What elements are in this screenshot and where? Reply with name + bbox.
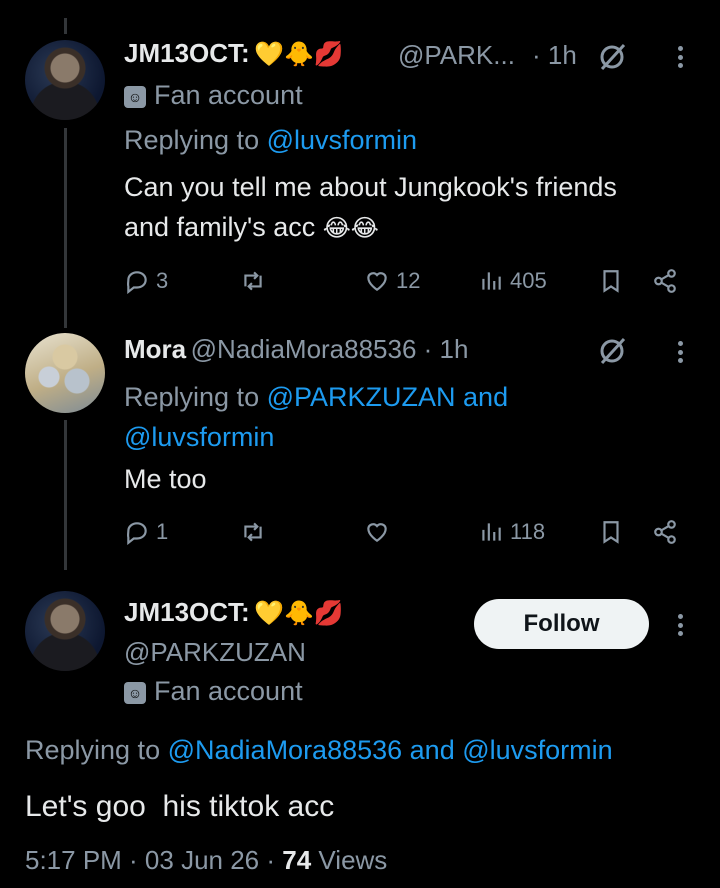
reply-mention-link[interactable]: @NadiaMora88536 and @luvsformin — [168, 735, 613, 765]
grok-icon[interactable] — [597, 42, 627, 77]
reply-mention-link[interactable]: @luvsformin — [267, 125, 417, 155]
replying-to: Replying to @luvsformin — [124, 125, 417, 156]
handle[interactable]: @PARK... — [398, 40, 515, 71]
more-options-icon[interactable] — [668, 337, 692, 367]
views-count: 74 — [282, 845, 312, 875]
bookmark-button[interactable] — [598, 519, 624, 545]
reply-button[interactable]: 3 — [124, 268, 168, 294]
tweet-timestamp[interactable]: 5:17 PM · 03 Jun 26 · — [25, 845, 275, 875]
text-emojis: 😂😂 — [322, 214, 379, 242]
views-button[interactable]: 405 — [478, 268, 547, 294]
tweet-header: Mora @NadiaMora88536 · 1h — [124, 334, 468, 365]
replying-to: Replying to @PARKZUZAN and @luvsformin — [124, 377, 508, 457]
views-count: 405 — [510, 268, 547, 293]
mask-icon: ☺ — [124, 681, 146, 704]
views-icon — [482, 523, 501, 541]
like-button[interactable]: 12 — [364, 268, 420, 294]
tweet-header: JM13OCT: 💛🐥💋 — [124, 38, 344, 69]
name-emojis: 💛🐥💋 — [254, 40, 344, 68]
display-name[interactable]: JM13OCT: — [124, 597, 250, 627]
tweet-text: Let's goo his tiktok acc — [25, 790, 335, 823]
display-name[interactable]: Mora — [124, 334, 186, 364]
name-emojis: 💛🐥💋 — [254, 599, 344, 627]
timestamp[interactable]: · 1h — [532, 40, 577, 71]
avatar[interactable] — [25, 333, 105, 413]
views-label: Views — [318, 845, 388, 875]
thread-line-2 — [64, 420, 67, 570]
like-count: 12 — [396, 268, 421, 293]
views-button[interactable]: 118 — [478, 519, 545, 545]
reply-count: 3 — [156, 268, 169, 293]
fan-account-label: ☺ Fan account — [124, 676, 303, 707]
avatar[interactable] — [25, 591, 105, 671]
share-icon — [654, 269, 676, 293]
share-button[interactable] — [652, 519, 678, 545]
grok-icon[interactable] — [597, 336, 627, 371]
bookmark-icon — [603, 270, 619, 293]
tweet-text-line-1: Can you tell me about Jungkook's friends — [124, 172, 617, 202]
bookmark-icon — [603, 521, 619, 544]
reply-button[interactable]: 1 — [124, 519, 168, 545]
tweet-meta: 5:17 PM · 03 Jun 26 · 74 Views — [25, 845, 387, 876]
share-icon — [654, 520, 676, 544]
reply-mention-link[interactable]: @luvsformin — [124, 422, 274, 452]
like-button[interactable] — [364, 519, 390, 545]
more-options-icon[interactable] — [668, 610, 692, 640]
mask-icon: ☺ — [124, 85, 146, 108]
replying-prefix: Replying to — [124, 125, 260, 155]
retweet-button[interactable] — [240, 268, 266, 294]
thread-line-1 — [64, 128, 67, 328]
views-icon — [482, 272, 501, 290]
handle[interactable]: @NadiaMora88536 · 1h — [191, 334, 469, 364]
retweet-icon — [244, 271, 262, 291]
tweet-text: Can you tell me about Jungkook's friends… — [124, 167, 704, 248]
replying-prefix: Replying to — [124, 382, 260, 412]
reply-icon — [126, 522, 147, 545]
badge-text: Fan account — [154, 676, 303, 706]
more-options-icon[interactable] — [668, 42, 692, 72]
reply-icon — [126, 271, 147, 294]
bookmark-button[interactable] — [598, 268, 624, 294]
avatar[interactable] — [25, 40, 105, 120]
heart-icon — [367, 272, 387, 291]
follow-button[interactable]: Follow — [474, 599, 649, 649]
reply-count: 1 — [156, 519, 169, 544]
retweet-button[interactable] — [240, 519, 266, 545]
thread-line-top — [64, 18, 67, 34]
replying-prefix: Replying to — [25, 735, 161, 765]
tweet-text-line-2: and family's acc — [124, 212, 316, 242]
retweet-icon — [244, 522, 262, 542]
reply-mention-link[interactable]: @PARKZUZAN and — [267, 382, 508, 412]
display-name[interactable]: JM13OCT: — [124, 38, 250, 68]
share-button[interactable] — [652, 268, 678, 294]
views-count: 118 — [510, 519, 546, 544]
handle[interactable]: @PARKZUZAN — [124, 637, 306, 668]
tweet-text: Me too — [124, 464, 207, 494]
badge-text: Fan account — [154, 80, 303, 110]
fan-account-label: ☺ Fan account — [124, 80, 303, 111]
heart-icon — [367, 523, 387, 542]
tweet-header: JM13OCT: 💛🐥💋 — [124, 597, 344, 628]
replying-to: Replying to @NadiaMora88536 and @luvsfor… — [25, 735, 613, 766]
